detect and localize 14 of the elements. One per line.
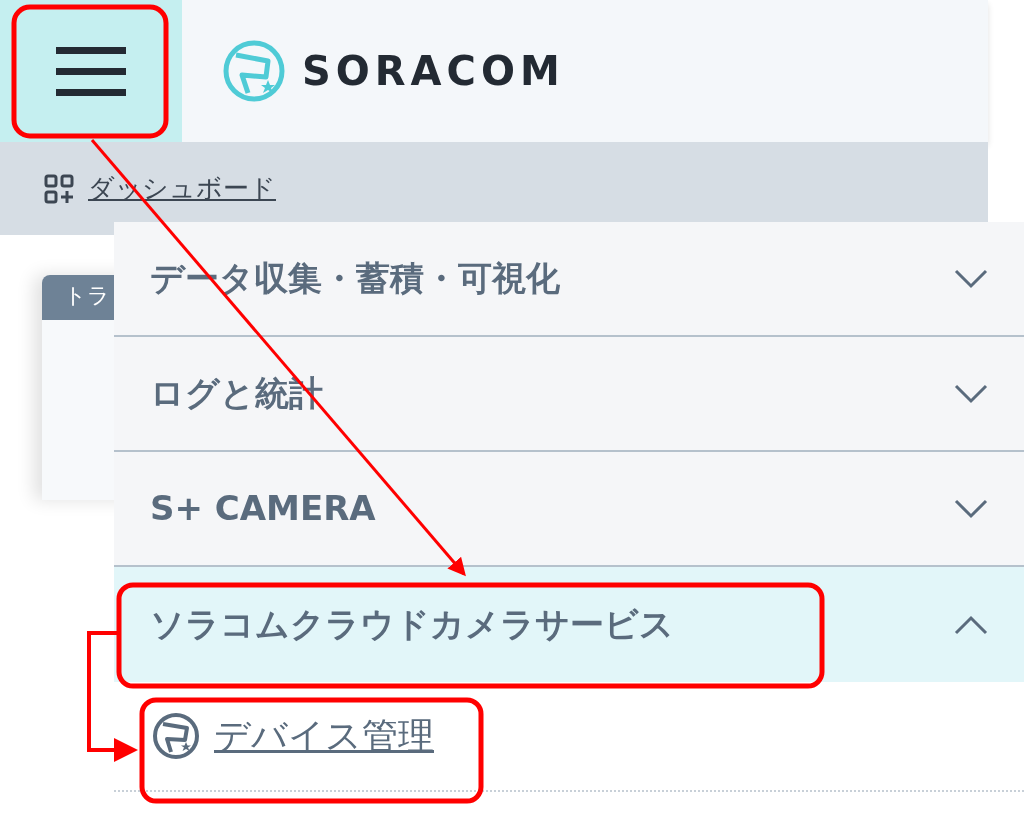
logo-icon: [222, 39, 286, 103]
menu-section[interactable]: ソラコムクラウドカメラサービス: [114, 567, 1024, 682]
camera-logo-icon: [152, 712, 200, 760]
chevron-down-icon: [954, 268, 988, 289]
submenu-link[interactable]: デバイス管理: [214, 709, 434, 763]
section-label: ソラコムクラウドカメラサービス: [150, 603, 674, 646]
section-label: S+ CAMERA: [150, 487, 376, 530]
menu-button[interactable]: [0, 0, 182, 142]
chevron-down-icon: [954, 498, 988, 519]
menu-section[interactable]: S+ CAMERA: [114, 452, 1024, 567]
dashboard-icon: [44, 173, 74, 204]
chevron-up-icon: [954, 614, 988, 635]
chevron-down-icon: [954, 383, 988, 404]
logo-text: SORACOM: [302, 47, 565, 96]
